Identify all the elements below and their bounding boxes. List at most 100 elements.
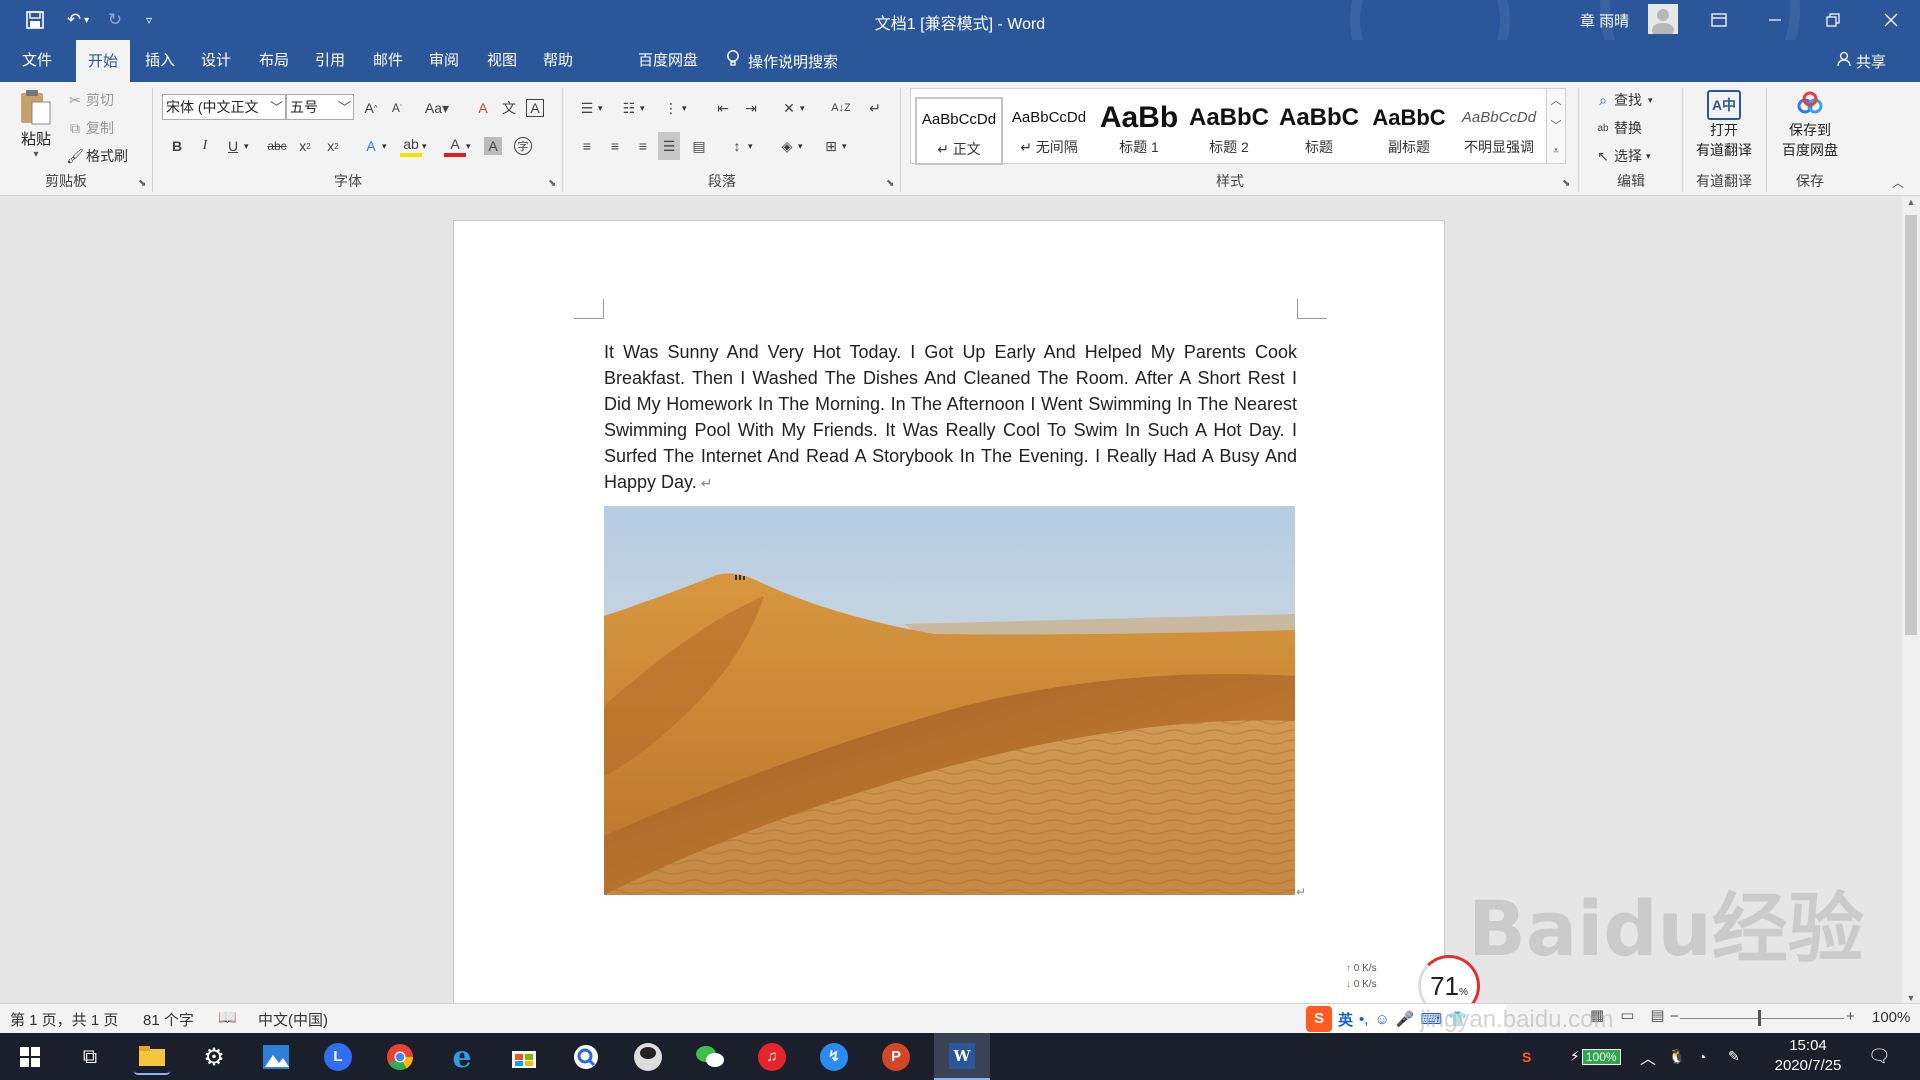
font-name-combo[interactable]: 宋体 (中文正文 ﹀ (162, 94, 286, 120)
proofing-icon[interactable]: 📖 (218, 1008, 237, 1026)
tab-home[interactable]: 开始 (76, 40, 130, 82)
chevron-down-icon[interactable]: ﹀ (1547, 114, 1565, 139)
style-subtle-emphasis[interactable]: AaBbCcDd 不明显强调 (1455, 97, 1543, 165)
scroll-thumb[interactable] (1905, 215, 1917, 635)
font-color-button[interactable]: A ▾ (444, 134, 471, 158)
clear-format-button[interactable]: A (472, 96, 494, 120)
search-app-icon[interactable] (568, 1039, 604, 1075)
share-button[interactable]: 共享 (1836, 40, 1886, 82)
notification-icon[interactable]: 🗨 (1868, 1033, 1891, 1080)
sort-button[interactable]: A↓Z (830, 96, 852, 120)
dialog-launcher-icon[interactable]: ⬊ (1562, 178, 1570, 189)
word-count[interactable]: 81 个字 (143, 1009, 194, 1030)
style-no-spacing[interactable]: AaBbCcDd ↵ 无间隔 (1005, 97, 1093, 165)
task-view-icon[interactable]: ⧉ (72, 1039, 108, 1075)
avatar[interactable] (1648, 4, 1678, 34)
windows-start-icon[interactable] (12, 1039, 48, 1075)
align-right-button[interactable]: ≡ (632, 134, 654, 158)
lark-icon[interactable]: L (320, 1039, 356, 1075)
battery-indicator[interactable]: ⚡ 100% (1570, 1033, 1621, 1080)
zoom-slider[interactable] (1680, 1018, 1844, 1019)
decrease-indent-button[interactable]: ⇤ (712, 96, 734, 120)
tab-review[interactable]: 审阅 (420, 40, 468, 82)
powerpoint-icon[interactable]: P (878, 1039, 914, 1075)
web-layout-icon[interactable]: ▤ (1650, 1006, 1664, 1024)
styles-scroll[interactable]: ︿ ﹀ ⩡ (1546, 88, 1566, 164)
zoom-slider-thumb[interactable] (1758, 1010, 1761, 1026)
justify-button[interactable]: ☰ (658, 132, 680, 160)
font-size-combo[interactable]: 五号 ﹀ (286, 94, 354, 120)
qq-icon[interactable] (630, 1039, 666, 1075)
character-shading-button[interactable]: A (484, 134, 502, 158)
highlight-button[interactable]: ab ▾ (400, 134, 427, 158)
zoom-in-icon[interactable]: + (1846, 1008, 1855, 1025)
body-paragraph[interactable]: It Was Sunny And Very Hot Today. I Got U… (604, 339, 1297, 496)
dialog-launcher-icon[interactable]: ⬊ (886, 178, 894, 189)
page-count[interactable]: 第 1 页，共 1 页 (10, 1009, 118, 1030)
tab-file[interactable]: 文件 (8, 40, 66, 82)
restore-icon[interactable] (1820, 8, 1846, 32)
wechat-icon[interactable] (692, 1039, 728, 1075)
tell-me-search[interactable]: 操作说明搜索 (726, 40, 838, 82)
print-layout-icon[interactable]: ▭ (1620, 1006, 1634, 1024)
youdao-translate-button[interactable]: A中 打开 有道翻译 (1690, 90, 1758, 160)
document-page[interactable]: It Was Sunny And Very Hot Today. I Got U… (453, 220, 1445, 1003)
tab-insert[interactable]: 插入 (136, 40, 184, 82)
chinese-layout-button[interactable]: ✕ ▾ (778, 96, 804, 120)
ribbon-display-icon[interactable] (1706, 8, 1732, 32)
tab-baidu-netdisk[interactable]: 百度网盘 (628, 40, 708, 82)
close-icon[interactable] (1878, 8, 1904, 32)
style-heading-2[interactable]: AaBbC 标题 2 (1185, 97, 1273, 165)
chevron-up-icon[interactable]: ︿ (1547, 89, 1565, 114)
tab-mailings[interactable]: 邮件 (364, 40, 412, 82)
bold-button[interactable]: B (166, 134, 188, 158)
scroll-down-icon[interactable]: ▼ (1902, 993, 1920, 1003)
pen-icon[interactable]: ✎ (1728, 1033, 1740, 1080)
select-button[interactable]: ↖ 选择 ▾ (1592, 144, 1650, 168)
text-effects-button[interactable]: A ▾ (360, 134, 386, 158)
phonetic-guide-button[interactable]: 文 (498, 96, 520, 120)
store-icon[interactable] (506, 1039, 542, 1075)
grow-font-button[interactable]: A ^ (360, 96, 382, 120)
shrink-font-button[interactable]: Aˇ (386, 96, 408, 120)
clock[interactable]: 15:04 2020/7/25 (1768, 1036, 1848, 1076)
underline-button[interactable]: U ▾ (222, 134, 249, 158)
dialog-launcher-icon[interactable]: ⬊ (138, 178, 146, 189)
minimize-icon[interactable] (1762, 8, 1788, 32)
cut-button[interactable]: ✂ 剪切 (64, 88, 114, 112)
line-spacing-button[interactable]: ↕ ▾ (726, 134, 753, 158)
numbering-button[interactable]: ☷ ▾ (618, 96, 645, 120)
enclose-char-button[interactable]: 字 (514, 134, 532, 158)
copy-button[interactable]: ⧉ 复制 (64, 116, 114, 140)
photos-icon[interactable] (258, 1039, 294, 1075)
tab-help[interactable]: 帮助 (534, 40, 582, 82)
language-status[interactable]: 中文(中国) (258, 1009, 328, 1030)
find-button[interactable]: ⌕ 查找 ▾ (1592, 88, 1652, 112)
format-painter-button[interactable]: 🖌 格式刷 (64, 144, 128, 168)
show-marks-button[interactable]: ↵ (864, 96, 886, 120)
change-case-button[interactable]: Aa▾ (420, 96, 454, 120)
vertical-scrollbar[interactable]: ▲ ▼ (1902, 197, 1920, 1003)
character-border-button[interactable]: A (526, 96, 544, 120)
tray-qq-icon[interactable]: 🐧 (1668, 1033, 1685, 1080)
tab-references[interactable]: 引用 (306, 40, 354, 82)
user-name[interactable]: 章 雨晴 (1580, 10, 1629, 31)
ie-icon[interactable]: e (444, 1039, 480, 1075)
feishu-icon[interactable]: ↯ (816, 1039, 852, 1075)
tab-view[interactable]: 视图 (478, 40, 526, 82)
tab-design[interactable]: 设计 (192, 40, 240, 82)
tray-sogou-icon[interactable]: S (1522, 1033, 1531, 1080)
replace-button[interactable]: ab 替换 (1592, 116, 1642, 140)
wifi-icon[interactable]: ◔ (1698, 1033, 1706, 1080)
file-explorer-icon[interactable] (134, 1039, 170, 1075)
distributed-button[interactable]: ▤ (688, 134, 710, 158)
align-left-button[interactable]: ≡ (576, 134, 598, 158)
netease-music-icon[interactable]: ♫ (754, 1039, 790, 1075)
paste-button[interactable]: 粘贴 ▾ (14, 88, 58, 168)
desert-image[interactable] (604, 506, 1295, 895)
scroll-up-icon[interactable]: ▲ (1902, 197, 1920, 207)
dialog-launcher-icon[interactable]: ⬊ (548, 178, 556, 189)
style-normal[interactable]: AaBbCcDd ↵ 正文 (915, 97, 1003, 165)
chrome-icon[interactable] (382, 1039, 418, 1075)
zoom-out-icon[interactable]: − (1670, 1008, 1679, 1025)
